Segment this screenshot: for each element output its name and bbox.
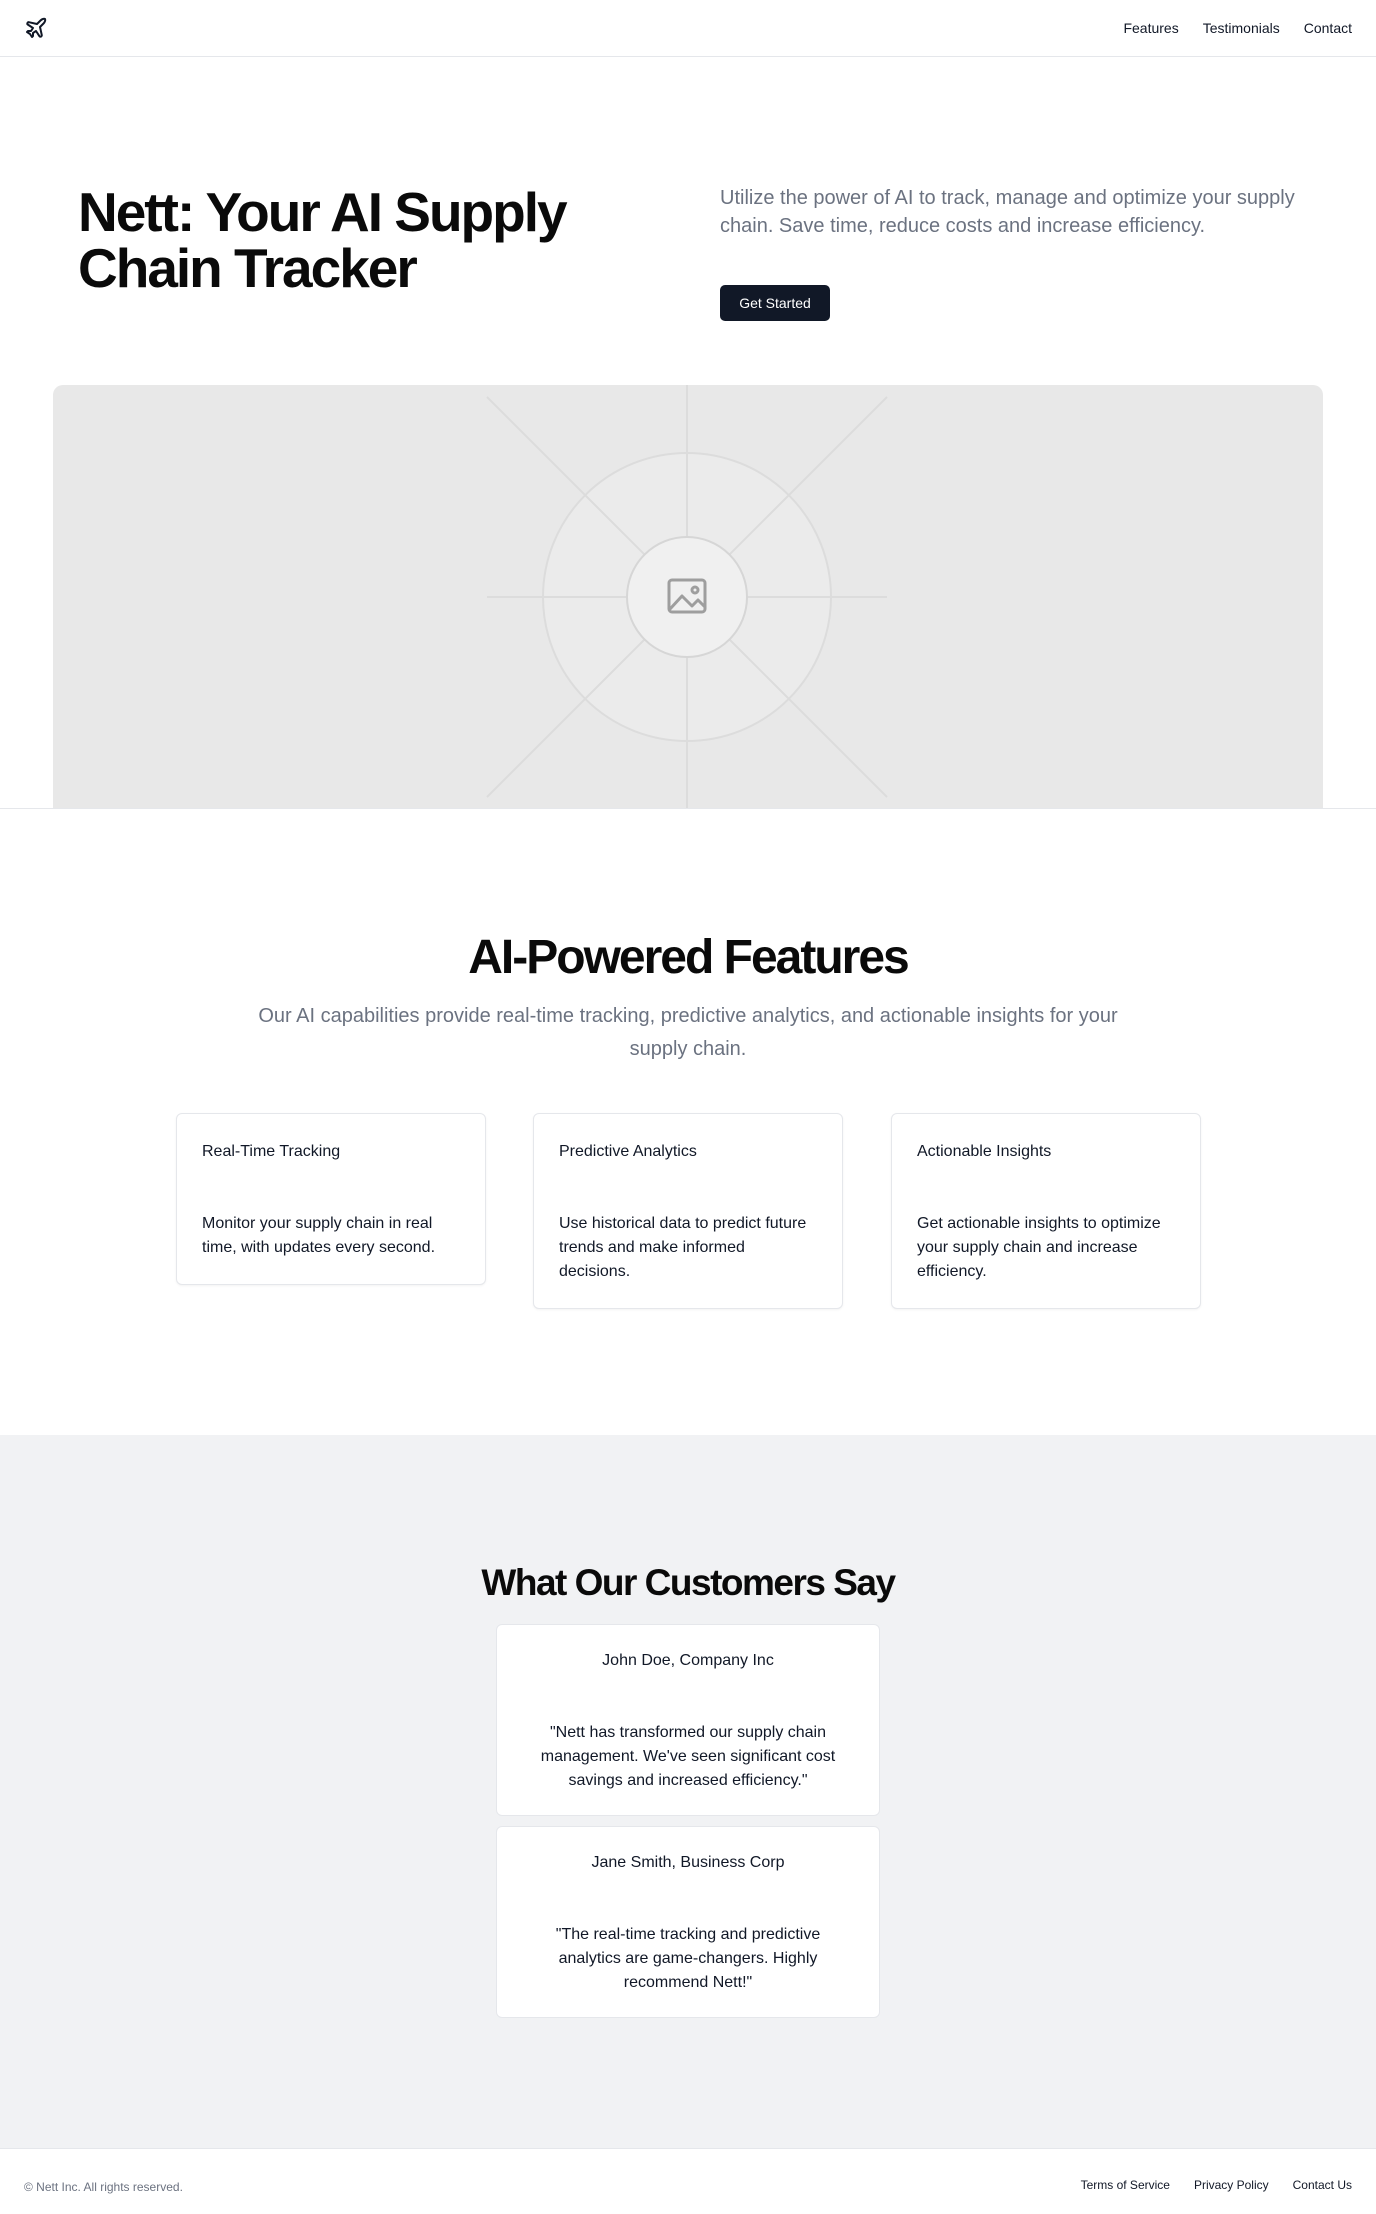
testimonial-author: John Doe, Company Inc — [602, 1652, 774, 1669]
feature-card-title: Predictive Analytics — [559, 1143, 697, 1160]
testimonial-card: Jane Smith, Business Corp "The real-time… — [496, 1826, 880, 2018]
testimonial-quote: "Nett has transformed our supply chain m… — [540, 1724, 836, 1789]
feature-card-predictive-analytics: Predictive Analytics Use historical data… — [533, 1113, 843, 1309]
site-footer: © Nett Inc. All rights reserved. Terms o… — [0, 2148, 1376, 2214]
hero-subtitle: Utilize the power of AI to track, manage… — [720, 187, 1295, 237]
nav-link-contact[interactable]: Contact — [1304, 20, 1352, 36]
footer-nav: Terms of Service Privacy Policy Contact … — [1081, 2178, 1352, 2192]
image-placeholder-icon — [486, 385, 888, 809]
hero-image-placeholder — [53, 385, 1323, 809]
feature-card-description: Get actionable insights to optimize your… — [917, 1215, 1161, 1280]
footer-link-contact[interactable]: Contact Us — [1293, 2178, 1352, 2192]
testimonials-section: What Our Customers Say John Doe, Company… — [0, 1435, 1376, 2148]
feature-card-real-time-tracking: Real-Time Tracking Monitor your supply c… — [176, 1113, 486, 1285]
site-header: Features Testimonials Contact — [0, 0, 1376, 57]
features-subtitle: Our AI capabilities provide real-time tr… — [258, 1005, 1118, 1060]
feature-card-description: Monitor your supply chain in real time, … — [202, 1215, 436, 1256]
testimonial-quote: "The real-time tracking and predictive a… — [555, 1926, 821, 1991]
testimonial-card: John Doe, Company Inc "Nett has transfor… — [496, 1624, 880, 1816]
plane-icon[interactable] — [24, 16, 48, 40]
footer-link-privacy[interactable]: Privacy Policy — [1194, 2178, 1269, 2192]
main-nav: Features Testimonials Contact — [1123, 0, 1352, 56]
hero-title: Nett: Your AI Supply Chain Tracker — [78, 181, 568, 299]
testimonials-title: What Our Customers Say — [481, 1562, 896, 1603]
features-title: AI-Powered Features — [468, 931, 909, 984]
feature-card-title: Real-Time Tracking — [202, 1143, 341, 1160]
feature-card-actionable-insights: Actionable Insights Get actionable insig… — [891, 1113, 1201, 1309]
nav-link-testimonials[interactable]: Testimonials — [1203, 20, 1280, 36]
feature-card-description: Use historical data to predict future tr… — [559, 1215, 807, 1280]
feature-card-title: Actionable Insights — [917, 1143, 1052, 1160]
section-divider — [0, 808, 1376, 809]
nav-link-features[interactable]: Features — [1123, 20, 1178, 36]
get-started-button[interactable]: Get Started — [720, 285, 830, 321]
footer-link-terms[interactable]: Terms of Service — [1081, 2178, 1170, 2192]
copyright-text: © Nett Inc. All rights reserved. — [24, 2180, 183, 2194]
testimonial-author: Jane Smith, Business Corp — [591, 1854, 785, 1871]
